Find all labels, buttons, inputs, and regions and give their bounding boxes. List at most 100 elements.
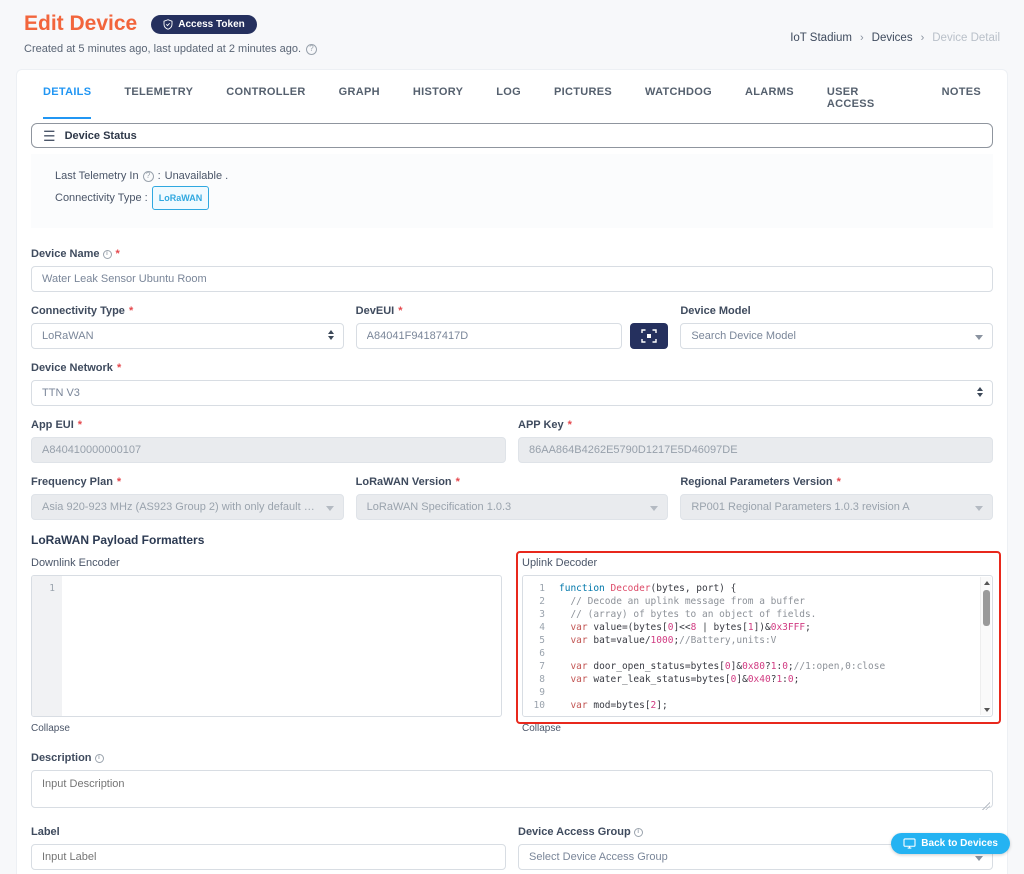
- tab-watchdog[interactable]: WATCHDOG: [645, 86, 712, 119]
- device-network-label: Device Network*: [31, 362, 993, 374]
- menu-icon: ☰: [43, 129, 56, 143]
- downlink-collapse-link[interactable]: Collapse: [31, 723, 70, 734]
- device-access-group-placeholder: Select Device Access Group: [529, 851, 668, 863]
- device-name-input[interactable]: [31, 266, 993, 292]
- app-eui-label: App EUI*: [31, 419, 506, 431]
- uplink-decoder-label: Uplink Decoder: [522, 557, 993, 569]
- device-model-placeholder: Search Device Model: [691, 330, 796, 342]
- required-asterisk: *: [117, 476, 121, 488]
- device-model-select[interactable]: Search Device Model: [680, 323, 993, 349]
- lorawan-version-label: LoRaWAN Version*: [356, 476, 669, 488]
- app-eui-input: [31, 437, 506, 463]
- connectivity-line: Connectivity Type : LoRaWAN: [55, 186, 969, 210]
- tab-details[interactable]: DETAILS: [43, 86, 91, 119]
- scan-icon: [641, 329, 657, 343]
- label-input[interactable]: [31, 844, 506, 870]
- back-to-devices-label: Back to Devices: [921, 838, 998, 849]
- edit-device-card: DETAILS TELEMETRY CONTROLLER GRAPH HISTORY LO…: [16, 69, 1008, 874]
- downlink-encoder-editor[interactable]: 1: [31, 575, 502, 717]
- uplink-decoder-editor[interactable]: 12345678910 function Decoder(bytes, port…: [522, 575, 993, 717]
- downlink-encoder-section: Downlink Encoder 1 Collapse: [31, 557, 502, 736]
- code-line: // Decode an uplink message from a buffe…: [559, 595, 988, 608]
- chevron-down-icon: [975, 856, 983, 861]
- tab-controller[interactable]: CONTROLLER: [226, 86, 305, 119]
- lorawan-version-select: LoRaWAN Specification 1.0.3: [356, 494, 669, 520]
- breadcrumb-item[interactable]: IoT Stadium: [790, 32, 852, 44]
- info-icon[interactable]: ?: [143, 171, 154, 182]
- info-icon[interactable]: i: [95, 754, 104, 763]
- connectivity-type-select[interactable]: LoRaWAN: [31, 323, 344, 349]
- device-network-select[interactable]: TTN V3: [31, 380, 993, 406]
- dev-eui-label: DevEUI*: [356, 305, 669, 317]
- downlink-encoder-label: Downlink Encoder: [31, 557, 502, 569]
- required-asterisk: *: [116, 248, 120, 260]
- info-icon[interactable]: i: [103, 250, 112, 259]
- tab-notes[interactable]: NOTES: [942, 86, 981, 119]
- access-token-label: Access Token: [178, 19, 245, 30]
- tab-pictures[interactable]: PICTURES: [554, 86, 612, 119]
- chevron-down-icon: [326, 506, 334, 511]
- frequency-plan-value: Asia 920-923 MHz (AS923 Group 2) with on…: [42, 501, 319, 513]
- scan-deveui-button[interactable]: [630, 323, 668, 349]
- device-status-title: Device Status: [65, 130, 137, 142]
- device-form: Device Namei* Connectivity Type* LoRaWAN…: [27, 228, 997, 874]
- tab-telemetry[interactable]: TELEMETRY: [124, 86, 193, 119]
- dev-eui-input[interactable]: [356, 323, 623, 349]
- tab-graph[interactable]: GRAPH: [339, 86, 380, 119]
- editor-scrollbar[interactable]: [980, 577, 991, 715]
- breadcrumb-item: Device Detail: [932, 32, 1000, 44]
- created-updated-text: Created at 5 minutes ago, last updated a…: [24, 43, 301, 55]
- access-token-button[interactable]: Access Token: [151, 15, 257, 34]
- app-key-input: [518, 437, 993, 463]
- select-spinner-icon: [328, 330, 334, 340]
- device-name-label: Device Namei*: [31, 248, 993, 260]
- last-telemetry-separator: :: [158, 166, 161, 186]
- required-asterisk: *: [837, 476, 841, 488]
- scroll-down-icon[interactable]: [981, 704, 992, 715]
- chevron-down-icon: [650, 506, 658, 511]
- chevron-right-icon: ›: [921, 32, 925, 44]
- app-key-label: APP Key*: [518, 419, 993, 431]
- required-asterisk: *: [456, 476, 460, 488]
- code-line: var value=(bytes[0]<<8 | bytes[1])&0x3FF…: [559, 621, 988, 634]
- scrollbar-thumb[interactable]: [983, 590, 990, 626]
- device-model-label: Device Model: [680, 305, 993, 317]
- tab-bar: DETAILS TELEMETRY CONTROLLER GRAPH HISTORY LO…: [27, 70, 997, 119]
- code-line: [559, 647, 988, 660]
- code-line: var mod=bytes[2];: [559, 699, 988, 712]
- breadcrumb-item[interactable]: Devices: [872, 32, 913, 44]
- regional-parameters-value: RP001 Regional Parameters 1.0.3 revision…: [691, 501, 909, 513]
- page-title: Edit Device: [24, 12, 137, 36]
- uplink-collapse-link[interactable]: Collapse: [522, 723, 561, 734]
- info-icon[interactable]: i: [634, 828, 643, 837]
- tab-log[interactable]: LOG: [496, 86, 521, 119]
- regional-parameters-select: RP001 Regional Parameters 1.0.3 revision…: [680, 494, 993, 520]
- device-status-body: Last Telemetry In ? : Unavailable . Conn…: [31, 154, 993, 228]
- tab-alarms[interactable]: ALARMS: [745, 86, 794, 119]
- code-line: // (array) of bytes to an object of fiel…: [559, 608, 988, 621]
- code-line: function Decoder(bytes, port) {: [559, 582, 988, 595]
- label-field-label: Label: [31, 826, 506, 838]
- chevron-down-icon: [975, 506, 983, 511]
- payload-formatters-title: LoRaWAN Payload Formatters: [31, 533, 993, 547]
- last-telemetry-value: Unavailable .: [165, 166, 229, 186]
- code-line: [559, 686, 988, 699]
- code-line: var door_open_status=bytes[0]&0x80?1:0;/…: [559, 660, 988, 673]
- connectivity-type-value: LoRaWAN: [42, 330, 94, 342]
- back-to-devices-button[interactable]: Back to Devices: [891, 833, 1010, 854]
- required-asterisk: *: [568, 419, 572, 431]
- frequency-plan-label: Frequency Plan*: [31, 476, 344, 488]
- required-asterisk: *: [78, 419, 82, 431]
- description-label: Descriptioni: [31, 752, 993, 764]
- tab-history[interactable]: HISTORY: [413, 86, 463, 119]
- resize-handle[interactable]: [982, 802, 990, 810]
- info-icon[interactable]: ?: [306, 44, 317, 55]
- device-status-header[interactable]: ☰ Device Status: [31, 123, 993, 148]
- tab-user-access[interactable]: USER ACCESS: [827, 86, 909, 119]
- last-telemetry-line: Last Telemetry In ? : Unavailable .: [55, 166, 969, 186]
- code-line: var bat=value/1000;//Battery,units:V: [559, 634, 988, 647]
- device-network-value: TTN V3: [42, 387, 80, 399]
- scroll-up-icon[interactable]: [981, 577, 992, 588]
- required-asterisk: *: [129, 305, 133, 317]
- description-textarea[interactable]: [31, 770, 993, 808]
